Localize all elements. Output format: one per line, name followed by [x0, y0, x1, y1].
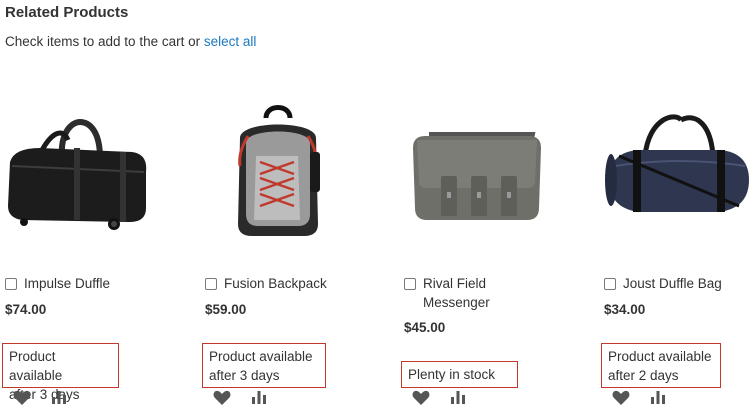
- product-image[interactable]: [0, 96, 160, 246]
- add-to-cart-checkbox[interactable]: [5, 278, 17, 290]
- product-item: Joust Duffle Bag $34.00 Product availabl…: [599, 0, 750, 412]
- product-name-row: Joust Duffle Bag: [604, 274, 739, 293]
- heart-icon[interactable]: [213, 390, 231, 406]
- product-name-line[interactable]: Messenger: [404, 293, 539, 312]
- product-item: Impulse Duffle $74.00 Product available …: [0, 0, 180, 412]
- stock-status-box: Plenty in stock: [401, 361, 518, 388]
- stock-status-line: after 3 days: [209, 368, 280, 383]
- product-name-row: Impulse Duffle: [5, 274, 140, 293]
- product-image[interactable]: [399, 96, 559, 246]
- bar-chart-icon[interactable]: [450, 390, 466, 405]
- product-image[interactable]: [200, 96, 360, 246]
- product-item: Fusion Backpack $59.00 Product available…: [200, 0, 380, 412]
- bar-chart-icon[interactable]: [51, 390, 67, 405]
- stock-status-line: Plenty in stock: [408, 367, 496, 382]
- stock-status-line: Product available: [608, 349, 712, 364]
- heart-icon[interactable]: [612, 390, 630, 406]
- heart-icon[interactable]: [412, 390, 430, 406]
- gray-red-backpack-image: [238, 105, 320, 236]
- stock-status-box: Product available after 2 days: [601, 343, 721, 388]
- product-name[interactable]: Impulse Duffle: [5, 274, 140, 293]
- bar-chart-icon[interactable]: [251, 390, 267, 405]
- stock-status-box: Product available after 3 days: [202, 343, 326, 388]
- stock-status-line: Product available: [209, 349, 313, 364]
- stock-status-line: after 2 days: [608, 368, 679, 383]
- product-price: $45.00: [404, 320, 446, 335]
- stock-status-line: Product available: [9, 349, 63, 383]
- product-name[interactable]: Joust Duffle Bag: [604, 274, 739, 293]
- heart-icon[interactable]: [13, 390, 31, 406]
- product-price: $59.00: [205, 302, 247, 317]
- stock-status-box: Product available after 3 days: [2, 343, 119, 402]
- add-to-cart-checkbox[interactable]: [604, 278, 616, 290]
- product-price: $34.00: [604, 302, 646, 317]
- bar-chart-icon[interactable]: [650, 390, 666, 405]
- product-name-row: Fusion Backpack: [205, 274, 340, 293]
- gray-messenger-bag-image: [413, 132, 541, 220]
- add-to-cart-checkbox[interactable]: [205, 278, 217, 290]
- black-rolling-duffle-image: [8, 118, 147, 230]
- product-name-line[interactable]: Rival Field: [404, 274, 539, 293]
- product-name-row: Rival Field Messenger: [404, 274, 539, 312]
- product-item: Rival Field Messenger $45.00 Plenty in s…: [399, 0, 579, 412]
- product-name[interactable]: Fusion Backpack: [205, 274, 340, 293]
- add-to-cart-checkbox[interactable]: [404, 278, 416, 290]
- navy-duffle-bag-image: [605, 114, 749, 212]
- product-price: $74.00: [5, 302, 47, 317]
- product-image[interactable]: [599, 96, 750, 246]
